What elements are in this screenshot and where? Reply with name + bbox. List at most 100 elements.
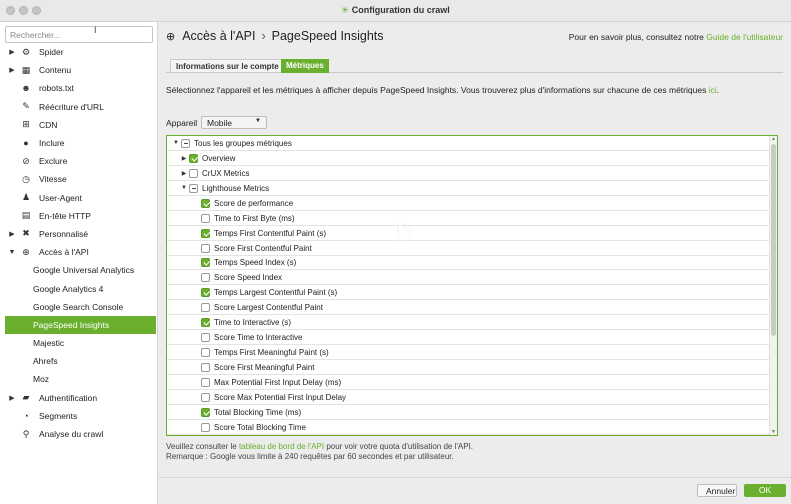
collapsed-arrow-icon[interactable]: ▶ [5,230,19,238]
metric-label: Score Total Blocking Time [214,422,306,432]
sidebar-item-personnalis[interactable]: ▶ ✖ Personnalisé [5,225,156,243]
sidebar-item-robots-txt[interactable]: ☻ robots.txt [5,79,156,97]
expanded-arrow-icon[interactable]: ▼ [179,185,189,191]
metric-row[interactable]: Score de performance [167,196,777,211]
sidebar-item-vitesse[interactable]: ◷ Vitesse [5,170,156,188]
metric-checkbox[interactable] [201,392,210,402]
metric-row[interactable]: Max Potential First Input Delay (ms) [167,375,777,390]
sidebar-item-spider[interactable]: ▶ ⚙ Spider [5,43,156,61]
sidebar-item-en-t-te-http[interactable]: ▤ En-tête HTTP [5,207,156,225]
metric-checkbox[interactable] [201,213,210,223]
metric-checkbox[interactable] [201,407,210,417]
metric-row[interactable]: Temps Largest Contentful Paint (s) [167,285,777,301]
metric-row[interactable]: ▶ CrUX Metrics [167,166,777,181]
sidebar-item-acc-s-l-api[interactable]: ▼ ⊕ Accès à l'API [5,243,156,261]
sidebar-item-label: Accès à l'API [39,247,89,258]
scroll-down-icon[interactable]: ▼ [771,429,776,435]
metric-checkbox[interactable] [189,183,198,193]
metric-checkbox[interactable] [201,377,210,387]
metric-checkbox[interactable] [189,168,198,178]
metric-row[interactable]: Score First Contentful Paint [167,241,777,256]
metric-row[interactable]: Temps Speed Index (s) [167,256,777,271]
metric-checkbox[interactable] [201,243,210,253]
collapsed-arrow-icon[interactable]: ▶ [5,394,19,402]
breadcrumb: ⊕ Accès à l'API › PageSpeed Insights [166,29,384,43]
metric-checkbox[interactable] [201,333,210,343]
expanded-arrow-icon[interactable]: ▼ [5,249,19,256]
api-dashboard-link[interactable]: tableau de bord de l'API [239,442,324,451]
metric-row[interactable]: Score First Meaningful Paint [167,360,777,375]
sidebar-item-cdn[interactable]: ⊞ CDN [5,116,156,134]
scrollbar[interactable]: ▲ ▼ [769,136,777,435]
metric-row[interactable]: Score Time to Interactive [167,330,777,346]
metric-row[interactable]: ▼ Tous les groupes métriques [167,136,777,151]
sidebar-item-majestic[interactable]: Majestic [5,334,156,352]
metric-checkbox[interactable] [201,288,210,298]
sidebar-item-user-agent[interactable]: ♟ User-Agent [5,189,156,207]
sidebar-item-contenu[interactable]: ▶ ▦ Contenu [5,61,156,79]
sidebar-item-moz[interactable]: Moz [5,370,156,388]
metric-row[interactable]: Time to Interactive (s) [167,315,777,331]
sidebar-item-google-universal-analytics[interactable]: Google Universal Analytics [5,261,156,279]
sidebar-item-pagespeed-insights[interactable]: PageSpeed Insights [5,315,156,334]
metric-row[interactable]: Score Largest Contentful Paint [167,300,777,316]
sidebar-item-label: Réécriture d'URL [39,101,104,112]
device-select[interactable]: Mobile ▼ [201,116,267,129]
sidebar-item-r-criture-d-url[interactable]: ✎ Réécriture d'URL [5,98,156,116]
metric-row[interactable]: Score Speed Index [167,270,777,286]
metric-row[interactable]: Temps First Contentful Paint (s) [167,226,777,241]
sidebar-item-exclure[interactable]: ⊘ Exclure [5,152,156,170]
metric-checkbox[interactable] [189,153,198,163]
sidebar-item-google-analytics-4[interactable]: Google Analytics 4 [5,279,156,297]
globe-icon: ⊕ [166,30,176,43]
scrollbar-thumb[interactable] [771,144,776,336]
scroll-up-icon[interactable]: ▲ [771,136,776,142]
metric-row[interactable]: Score Max Potential First Input Delay [167,390,777,405]
tab-metrics[interactable]: Métriques [281,59,329,73]
sidebar-item-inclure[interactable]: ● Inclure [5,134,156,152]
sidebar-item-segments[interactable]: ◔ Segments [5,407,156,425]
metric-checkbox[interactable] [201,422,210,432]
sidebar-item-label: En-tête HTTP [39,210,91,221]
sidebar-item-analyse-du-crawl[interactable]: ⚲ Analyse du crawl [5,425,156,443]
metric-row[interactable]: Score Total Blocking Time [167,420,777,435]
metric-row[interactable]: ▶ Overview [167,151,777,166]
footer: Annuler OK [159,477,791,504]
metric-checkbox[interactable] [201,198,210,208]
metric-checkbox[interactable] [201,363,210,373]
collapsed-arrow-icon[interactable]: ▶ [5,66,19,74]
cancel-button[interactable]: Annuler [697,484,737,497]
help-text: Pour en savoir plus, consultez notre Gui… [569,32,783,42]
metric-checkbox[interactable] [201,318,210,328]
metric-row[interactable]: Temps First Meaningful Paint (s) [167,345,777,361]
description-text: Sélectionnez l'appareil et les métriques… [166,85,709,95]
metric-checkbox[interactable] [201,228,210,238]
globe-icon: ⊕ [22,246,30,257]
search-input[interactable]: Rechercher... [5,26,153,43]
sidebar-item-label: Google Universal Analytics [33,265,135,276]
metric-label: Time to First Byte (ms) [214,213,295,223]
collapsed-arrow-icon[interactable]: ▶ [179,155,189,162]
main-panel: ⊕ Accès à l'API › PageSpeed Insights Pou… [159,22,791,504]
sidebar-item-google-search-console[interactable]: Google Search Console [5,298,156,316]
metric-label: Lighthouse Metrics [202,183,270,193]
metric-checkbox[interactable] [201,348,210,358]
collapsed-arrow-icon[interactable]: ▶ [5,48,19,56]
metric-row[interactable]: ▼ Lighthouse Metrics [167,181,777,196]
expanded-arrow-icon[interactable]: ▼ [171,140,181,146]
sidebar-item-label: Authentification [39,392,98,403]
metric-checkbox[interactable] [201,303,210,313]
metric-checkbox[interactable] [181,138,190,148]
metric-label: Max Potential First Input Delay (ms) [214,377,342,387]
collapsed-arrow-icon[interactable]: ▶ [179,170,189,177]
metric-checkbox[interactable] [201,258,210,268]
metric-checkbox[interactable] [201,273,210,283]
sidebar-item-authentification[interactable]: ▶ ▰ Authentification [5,389,156,407]
tab-account-info[interactable]: Informations sur le compte [170,59,285,73]
sidebar-item-ahrefs[interactable]: Ahrefs [5,352,156,370]
user-guide-link[interactable]: Guide de l'utilisateur [706,32,783,42]
info-link[interactable]: ici [709,85,717,95]
metric-row[interactable]: Time to First Byte (ms) [167,211,777,226]
ok-button[interactable]: OK [744,484,786,497]
metric-row[interactable]: Total Blocking Time (ms) [167,405,777,420]
